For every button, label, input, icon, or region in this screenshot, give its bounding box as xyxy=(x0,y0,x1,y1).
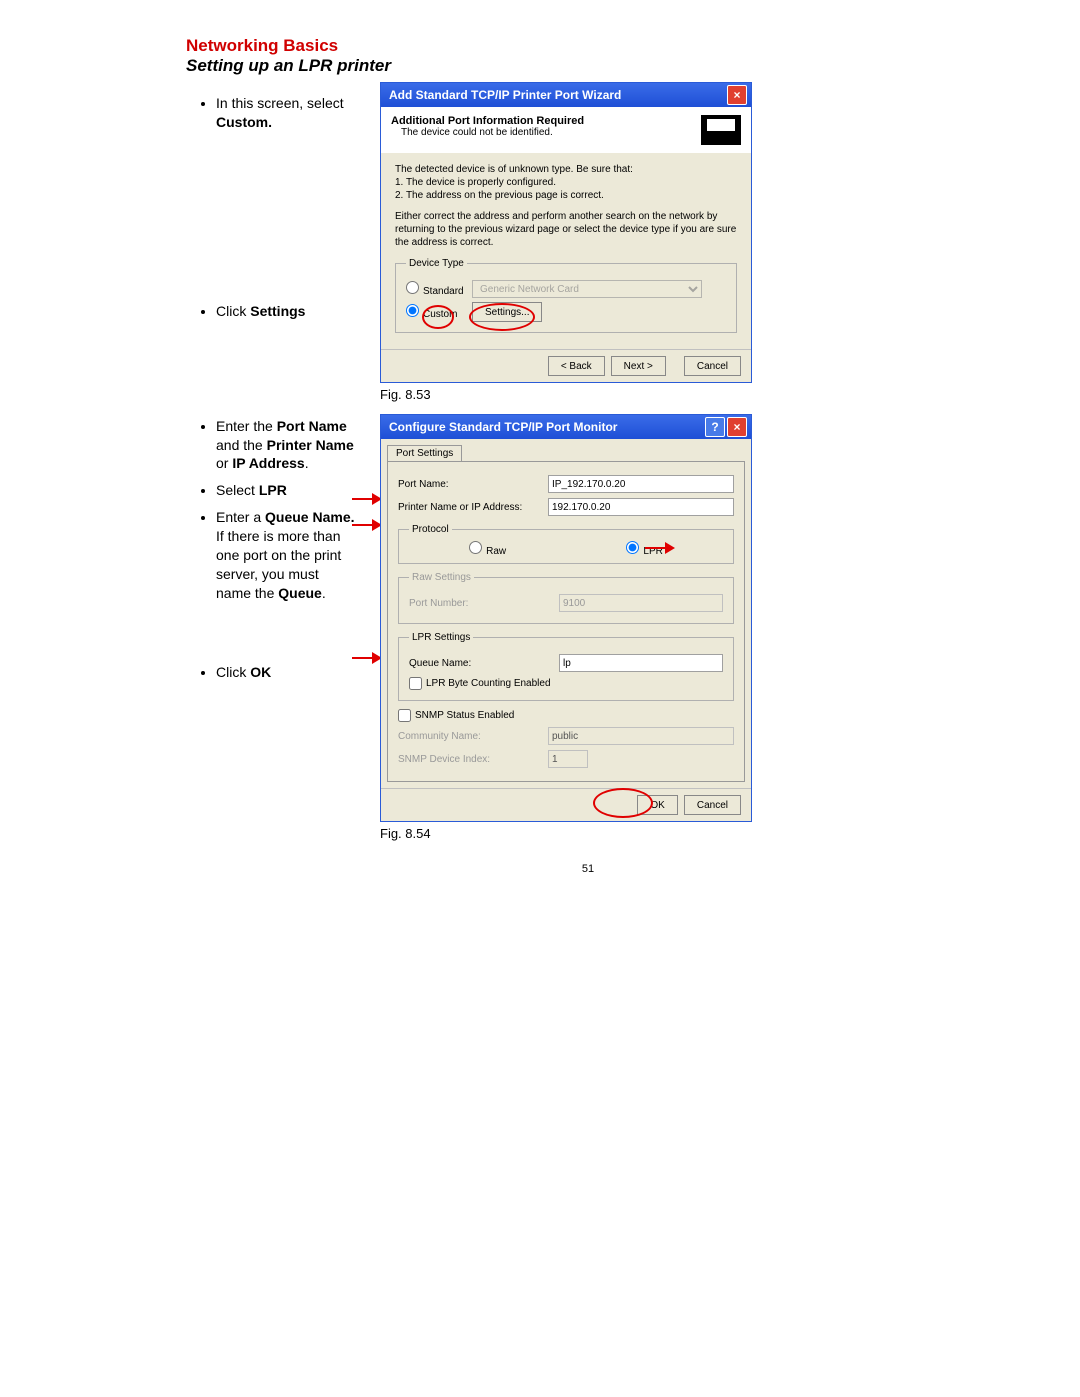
close-icon[interactable]: × xyxy=(727,85,747,105)
instruction-select-lpr: Select LPR xyxy=(216,481,356,500)
radio-standard[interactable]: Standard xyxy=(406,281,464,298)
community-name-input xyxy=(548,727,734,745)
radio-custom[interactable]: Custom xyxy=(406,304,464,321)
wizard-dialog: Add Standard TCP/IP Printer Port Wizard … xyxy=(380,82,752,383)
figure-caption: Fig. 8.54 xyxy=(380,826,752,841)
section-title: Networking Basics xyxy=(186,36,990,56)
help-icon[interactable]: ? xyxy=(705,417,725,437)
back-button[interactable]: < Back xyxy=(548,356,605,376)
figure-caption: Fig. 8.53 xyxy=(380,387,752,402)
radio-raw[interactable]: Raw xyxy=(469,541,506,557)
port-number-label: Port Number: xyxy=(409,598,559,609)
instruction-click-ok: Click OK xyxy=(216,663,356,682)
tab-port-settings[interactable]: Port Settings xyxy=(387,445,462,461)
arrow-annotation xyxy=(352,657,374,659)
device-type-legend: Device Type xyxy=(406,257,467,270)
config-dialog: Configure Standard TCP/IP Port Monitor ?… xyxy=(380,414,752,822)
protocol-legend: Protocol xyxy=(409,524,452,535)
instruction-click-settings: Click Settings xyxy=(216,302,356,321)
lpr-byte-counting-checkbox[interactable] xyxy=(409,677,422,690)
wizard-text: 1. The device is properly configured. xyxy=(395,176,737,189)
lpr-settings-legend: LPR Settings xyxy=(409,632,473,643)
settings-button[interactable]: Settings... xyxy=(472,302,542,322)
instruction-queue-name: Enter a Queue Name. If there is more tha… xyxy=(216,508,356,602)
snmp-index-label: SNMP Device Index: xyxy=(398,754,548,765)
community-name-label: Community Name: xyxy=(398,731,548,742)
radio-lpr[interactable]: LPR xyxy=(626,541,662,557)
section-subtitle: Setting up an LPR printer xyxy=(186,56,990,76)
snmp-enabled-checkbox[interactable] xyxy=(398,709,411,722)
queue-name-label: Queue Name: xyxy=(409,658,559,669)
lpr-byte-counting-label: LPR Byte Counting Enabled xyxy=(426,678,551,689)
cancel-button[interactable]: Cancel xyxy=(684,795,741,815)
port-name-label: Port Name: xyxy=(398,479,548,490)
printer-address-input[interactable] xyxy=(548,498,734,516)
queue-name-input[interactable] xyxy=(559,654,723,672)
device-type-select[interactable]: Generic Network Card xyxy=(472,280,702,298)
snmp-enabled-label: SNMP Status Enabled xyxy=(415,710,514,721)
printer-address-label: Printer Name or IP Address: xyxy=(398,502,548,513)
printer-icon xyxy=(701,115,741,145)
page-number: 51 xyxy=(186,863,990,875)
wizard-subheading: The device could not be identified. xyxy=(391,127,701,138)
dialog-title: Add Standard TCP/IP Printer Port Wizard xyxy=(385,88,725,102)
wizard-text: 2. The address on the previous page is c… xyxy=(395,189,737,202)
port-number-input xyxy=(559,594,723,612)
close-icon[interactable]: × xyxy=(727,417,747,437)
dialog-title: Configure Standard TCP/IP Port Monitor xyxy=(385,420,703,434)
snmp-index-input xyxy=(548,750,588,768)
arrow-annotation xyxy=(352,524,374,526)
cancel-button[interactable]: Cancel xyxy=(684,356,741,376)
instruction-select-custom: In this screen, select Custom. xyxy=(216,94,356,132)
port-name-input[interactable] xyxy=(548,475,734,493)
wizard-text: Either correct the address and perform a… xyxy=(395,210,737,249)
wizard-heading: Additional Port Information Required xyxy=(391,115,701,127)
wizard-text: The detected device is of unknown type. … xyxy=(395,163,737,176)
raw-settings-legend: Raw Settings xyxy=(409,572,474,583)
instruction-enter-port: Enter the Port Name and the Printer Name… xyxy=(216,417,356,474)
ok-button[interactable]: OK xyxy=(637,795,677,815)
next-button[interactable]: Next > xyxy=(611,356,666,376)
arrow-annotation xyxy=(645,547,667,549)
arrow-annotation xyxy=(352,498,374,500)
